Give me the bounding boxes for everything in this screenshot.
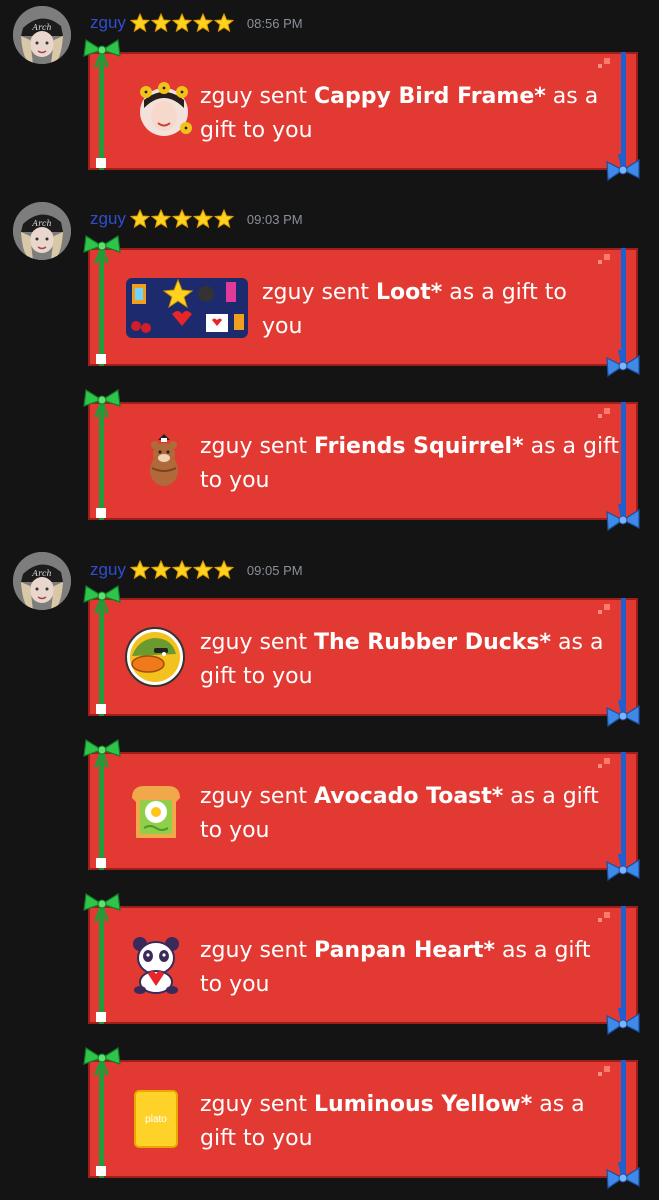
blue-bow-icon	[604, 1162, 642, 1194]
blue-bow-icon	[604, 1008, 642, 1040]
rating-stars	[130, 560, 235, 580]
green-bow-icon	[82, 38, 122, 68]
user-avatar[interactable]	[13, 202, 71, 260]
star-icon	[214, 209, 234, 229]
star-icon	[193, 209, 213, 229]
green-bow-icon	[82, 1046, 122, 1076]
star-icon	[193, 13, 213, 33]
gift-message: zguy sent Loot* as a gift to you	[262, 280, 567, 339]
gift-item-name[interactable]: Avocado Toast*	[314, 784, 503, 809]
plato-logo-text: plato	[145, 1113, 167, 1125]
blue-bow-icon	[604, 504, 642, 536]
gift-message: zguy sent Friends Squirrel* as a gift to …	[200, 434, 620, 493]
blue-bow-icon	[604, 854, 642, 886]
star-icon	[130, 209, 150, 229]
star-icon	[193, 560, 213, 580]
squirrel-icon	[150, 434, 178, 486]
star-icon	[130, 560, 150, 580]
gift-item-name[interactable]: The Rubber Ducks*	[314, 630, 551, 655]
username[interactable]: zguy	[90, 13, 126, 33]
gift-item-name[interactable]: Cappy Bird Frame*	[314, 84, 546, 109]
green-bow-icon	[82, 738, 122, 768]
gift-item-name[interactable]: Friends Squirrel*	[314, 434, 524, 459]
message-header: zguy 09:05 PM	[90, 559, 303, 581]
green-bow-icon	[82, 584, 122, 614]
user-avatar[interactable]	[13, 552, 71, 610]
green-bow-icon	[82, 892, 122, 922]
user-avatar[interactable]	[13, 6, 71, 64]
gift-message: zguy sent Luminous Yellow* as a gift to y…	[200, 1092, 585, 1151]
green-bow-icon	[82, 234, 122, 264]
star-icon	[130, 13, 150, 33]
gift-item-name[interactable]: Luminous Yellow*	[314, 1092, 532, 1117]
timestamp: 08:56 PM	[246, 15, 303, 31]
star-icon	[214, 560, 234, 580]
timestamp: 09:03 PM	[246, 211, 303, 227]
blue-bow-icon	[604, 700, 642, 732]
star-icon	[151, 209, 171, 229]
gift-card[interactable]: zguy sent Avocado Toast* as a gift to you	[88, 752, 638, 870]
gift-item-name[interactable]: Panpan Heart*	[314, 938, 495, 963]
gift-card[interactable]: zguy sent The Rubber Ducks* as a gift to …	[88, 598, 638, 716]
gift-message: zguy sent Cappy Bird Frame* as a gift to …	[200, 84, 599, 143]
panda-heart-icon	[133, 937, 179, 994]
username[interactable]: zguy	[90, 560, 126, 580]
gift-card[interactable]: plato zguy sent Luminous Yellow* as a gif…	[88, 1060, 638, 1178]
blue-bow-icon	[604, 154, 642, 186]
star-icon	[214, 13, 234, 33]
username[interactable]: zguy	[90, 209, 126, 229]
gift-message: zguy sent Avocado Toast* as a gift to you	[200, 784, 599, 843]
star-icon	[151, 560, 171, 580]
gift-message: zguy sent The Rubber Ducks* as a gift to …	[200, 630, 604, 689]
cappy-bird-frame-icon	[140, 82, 192, 136]
gift-card[interactable]: zguy sent Cappy Bird Frame* as a gift to …	[88, 52, 638, 170]
star-icon	[172, 13, 192, 33]
gift-card[interactable]: zguy sent Loot* as a gift to you	[88, 248, 638, 366]
green-bow-icon	[82, 388, 122, 418]
star-icon	[151, 13, 171, 33]
rating-stars	[130, 13, 235, 33]
star-icon	[172, 560, 192, 580]
gift-item-name[interactable]: Loot*	[376, 280, 442, 305]
rating-stars	[130, 209, 235, 229]
gift-message: zguy sent Panpan Heart* as a gift to you	[200, 938, 591, 997]
luminous-yellow-card-icon: plato	[134, 1090, 178, 1148]
blue-bow-icon	[604, 350, 642, 382]
avocado-toast-icon	[132, 786, 180, 838]
gift-card[interactable]: zguy sent Panpan Heart* as a gift to you	[88, 906, 638, 1024]
loot-icon	[126, 278, 248, 338]
rubber-duck-icon	[125, 627, 185, 687]
message-header: zguy 09:03 PM	[90, 208, 303, 230]
gift-card[interactable]: zguy sent Friends Squirrel* as a gift to …	[88, 402, 638, 520]
timestamp: 09:05 PM	[246, 562, 303, 578]
message-header: zguy 08:56 PM	[90, 12, 303, 34]
star-icon	[172, 209, 192, 229]
